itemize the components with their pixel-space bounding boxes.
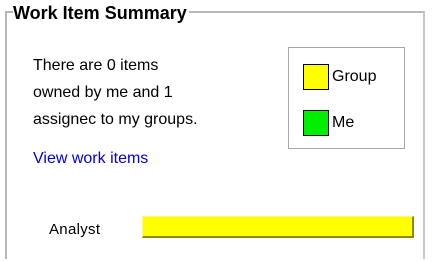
description-line: owned by me and 1 — [33, 84, 173, 101]
analyst-group-bar — [142, 216, 414, 238]
summary-description: There are 0 items owned by me and 1 assi… — [33, 52, 273, 133]
legend-label-group: Group — [332, 68, 377, 85]
bar-label-analyst: Analyst — [49, 221, 101, 238]
work-item-summary-panel: Work Item Summary There are 0 items owne… — [0, 0, 433, 261]
analyst-bar-track — [142, 216, 414, 238]
legend-item-me: Me — [303, 109, 354, 137]
panel-title: Work Item Summary — [13, 3, 189, 23]
legend-label-me: Me — [332, 114, 355, 131]
group-color-swatch — [303, 64, 329, 90]
description-line: There are 0 items — [33, 57, 159, 74]
me-color-swatch — [303, 110, 329, 136]
legend-box: Group Me — [288, 47, 405, 149]
legend-item-group: Group — [303, 63, 376, 91]
description-line: assignec to my groups. — [33, 111, 198, 128]
view-work-items-link[interactable]: View work items — [33, 149, 148, 169]
